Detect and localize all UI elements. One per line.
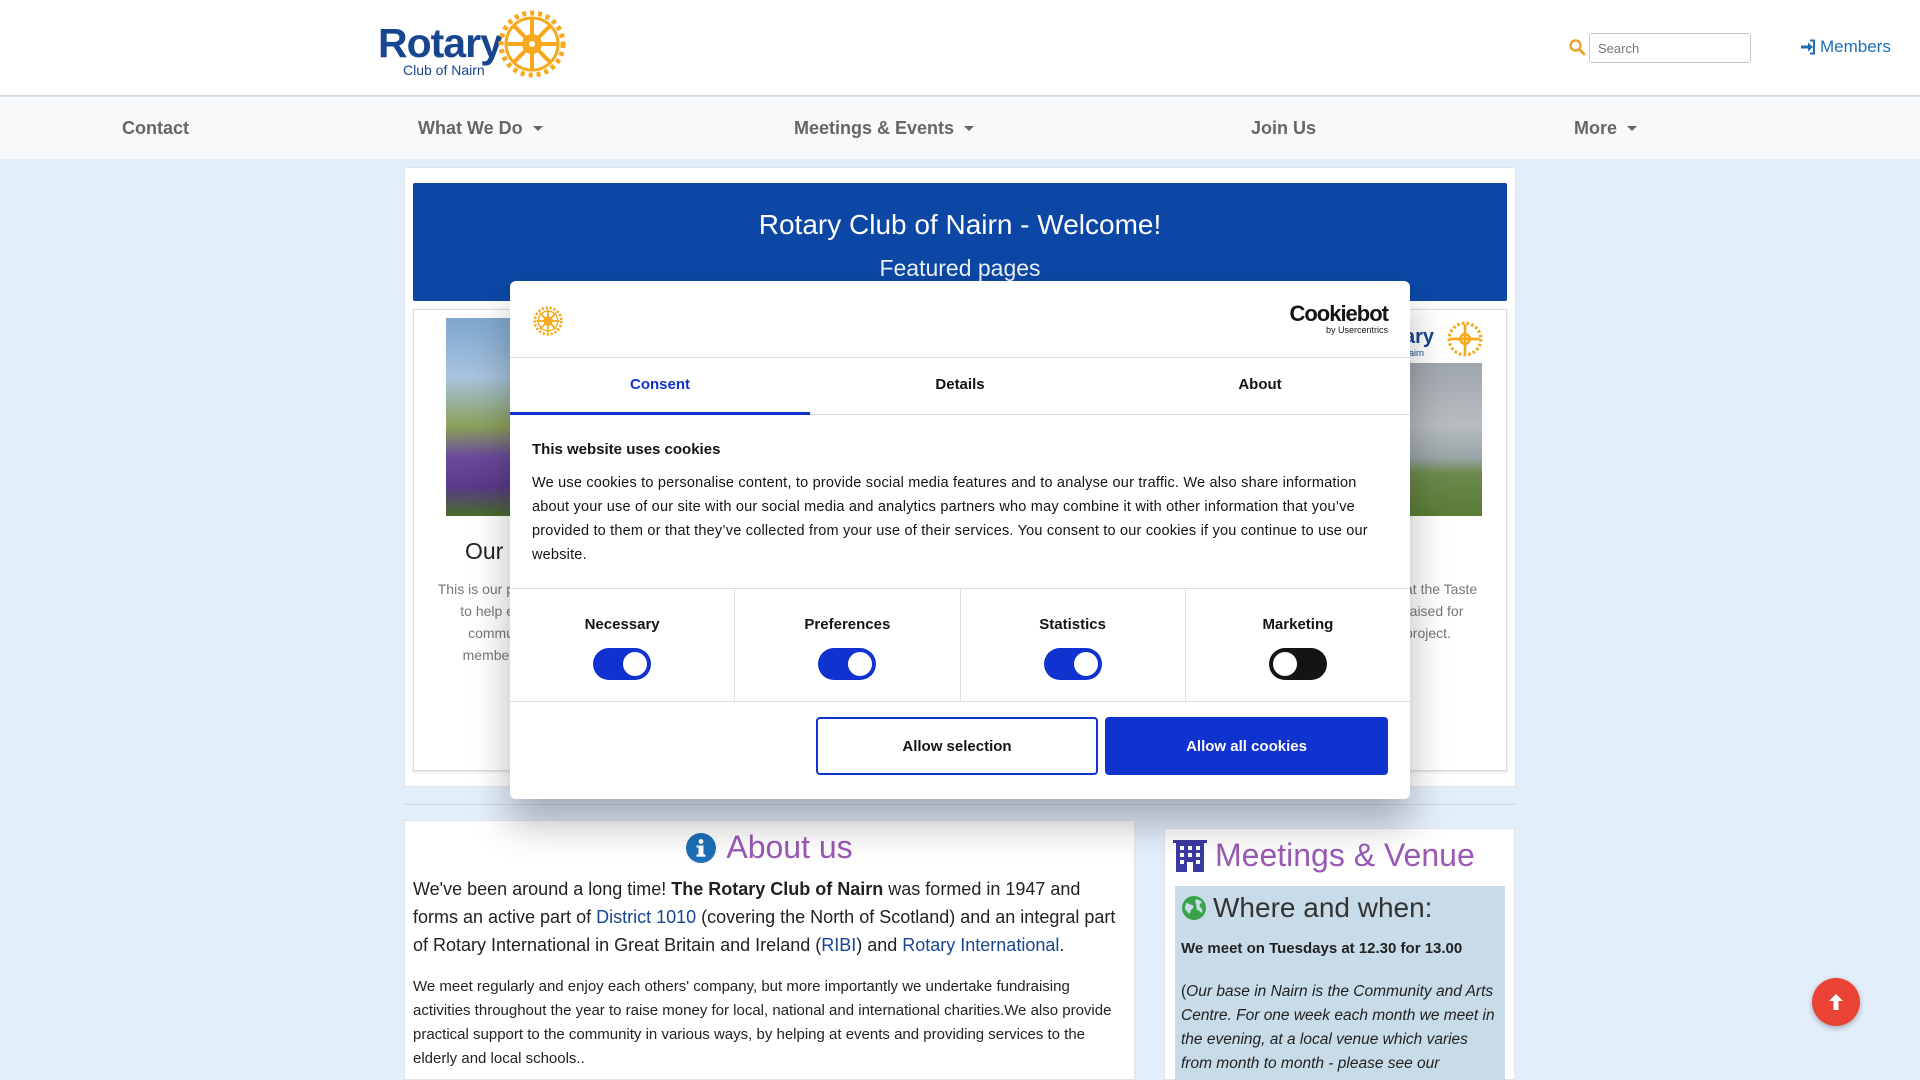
category-statistics: Statistics (961, 589, 1186, 701)
coast-image[interactable] (1402, 363, 1482, 516)
arrow-up-icon (1829, 994, 1843, 1010)
category-necessary: Necessary (510, 589, 736, 701)
rotary-wheel-icon (533, 306, 563, 336)
category-preferences: Preferences (735, 589, 961, 701)
nav-item-contact[interactable]: Contact (122, 118, 189, 139)
cookiebot-wordmark: Cookiebot (1289, 301, 1389, 326)
search-icon[interactable] (1568, 38, 1586, 56)
nav-item-join-us[interactable]: Join Us (1251, 118, 1316, 139)
nav-item-meetings-events[interactable]: Meetings & Events (794, 118, 975, 139)
about-body: We meet regularly and enjoy each others'… (413, 978, 1112, 1067)
scroll-to-top-button[interactable] (1812, 978, 1860, 1026)
where-when-box: Where and when: We meet on Tuesdays at 1… (1175, 886, 1505, 1080)
meeting-time: We meet on Tuesdays at 12.30 for 13.00 (1181, 940, 1463, 957)
category-marketing: Marketing (1186, 589, 1410, 701)
category-label: Statistics (1039, 616, 1106, 633)
logo-subtitle: Club of Nairn (403, 62, 485, 78)
caret-down-icon (1627, 126, 1638, 131)
nav-label: More (1574, 118, 1618, 138)
meetings-heading: Meetings & Venue (1173, 837, 1475, 874)
where-when-title: Where and when: (1213, 892, 1433, 923)
banner-title: Rotary Club of Nairn - Welcome! (758, 209, 1162, 240)
card-text: at the Taste raised for project. (1405, 581, 1478, 641)
card-text: This is our p to help e commu member (437, 581, 514, 663)
where-when-heading: Where and when: (1181, 892, 1432, 924)
card-logo-sub: airn (1409, 348, 1425, 358)
nav-label: Join Us (1251, 118, 1317, 138)
meetings-title: Meetings & Venue (1215, 837, 1475, 873)
section-divider (404, 804, 1516, 805)
cookiebot-logo[interactable]: Cookiebot by Usercentrics (1289, 301, 1389, 335)
meeting-base: (Our base in Nairn is the Community and … (1181, 980, 1501, 1080)
rotary-logo[interactable]: Rotary Club of Nairn (378, 8, 568, 80)
logo-wordmark: Rotary (378, 20, 503, 66)
search-input[interactable] (1589, 33, 1751, 63)
about-text: ) and (856, 935, 903, 955)
sign-in-icon (1801, 39, 1815, 55)
meeting-base-text: Our base in Nairn is the Community and A… (1181, 983, 1495, 1080)
about-section: About us We've been around a long time! … (404, 820, 1135, 1080)
category-label: Marketing (1262, 616, 1334, 633)
district-link[interactable]: District 1010 (596, 907, 696, 927)
nav-label: Contact (122, 118, 189, 138)
nav-label: Meetings & Events (794, 118, 955, 138)
members-label: Members (1820, 37, 1891, 56)
crocus-field-image[interactable] (446, 318, 510, 516)
banner-subtitle: Featured pages (879, 255, 1041, 281)
cookie-consent-dialog: Cookiebot by Usercentrics Consent Detail… (510, 281, 1410, 799)
necessary-toggle[interactable] (593, 648, 652, 680)
category-label: Preferences (804, 616, 891, 633)
site-header: Rotary Club of Nairn Members (0, 0, 1920, 96)
statistics-toggle[interactable] (1043, 648, 1102, 680)
rotary-wheel-icon (498, 10, 566, 78)
tab-about[interactable]: About (1110, 358, 1410, 414)
marketing-toggle[interactable] (1268, 648, 1327, 680)
rotary-wheel-icon (1447, 321, 1483, 357)
cookie-heading: This website uses cookies (532, 441, 721, 458)
building-icon (1173, 839, 1207, 872)
nav-label: What We Do (418, 118, 523, 138)
category-label: Necessary (584, 616, 660, 633)
caret-down-icon (532, 126, 543, 131)
preferences-toggle[interactable] (818, 648, 877, 680)
allow-selection-button[interactable]: Allow selection (816, 717, 1098, 775)
nav-item-what-we-do[interactable]: What We Do (418, 118, 543, 139)
globe-icon (1182, 896, 1206, 920)
club-name: The Rotary Club of Nairn (671, 879, 884, 899)
info-icon (686, 832, 717, 863)
ribi-link[interactable]: RIBI (821, 935, 856, 955)
card-rotary-logo: ary airn (1404, 318, 1484, 358)
about-text: . (1059, 935, 1065, 955)
cookie-tabs: Consent Details About (510, 357, 1410, 415)
meetings-section: Meetings & Venue Where and when: We meet… (1164, 828, 1515, 1080)
about-title: About us (726, 829, 853, 865)
card-title: Our (465, 538, 504, 564)
rotary-international-link[interactable]: Rotary International (902, 935, 1059, 955)
about-heading: About us (405, 829, 1134, 866)
members-link[interactable]: Members (1800, 37, 1891, 57)
nav-item-more[interactable]: More (1574, 118, 1638, 139)
cookie-body: We use cookies to personalise content, t… (532, 475, 1368, 563)
tab-details[interactable]: Details (810, 358, 1110, 414)
about-lead: We've been around a long time! The Rotar… (413, 875, 1128, 959)
allow-all-cookies-button[interactable]: Allow all cookies (1105, 717, 1388, 775)
caret-down-icon (964, 126, 975, 131)
tab-consent[interactable]: Consent (510, 358, 810, 415)
main-nav: Contact What We Do Meetings & Events Joi… (0, 97, 1920, 159)
cookie-categories: Necessary Preferences Statistics Marketi… (510, 588, 1410, 702)
about-text: We've been around a long time! (413, 879, 672, 899)
